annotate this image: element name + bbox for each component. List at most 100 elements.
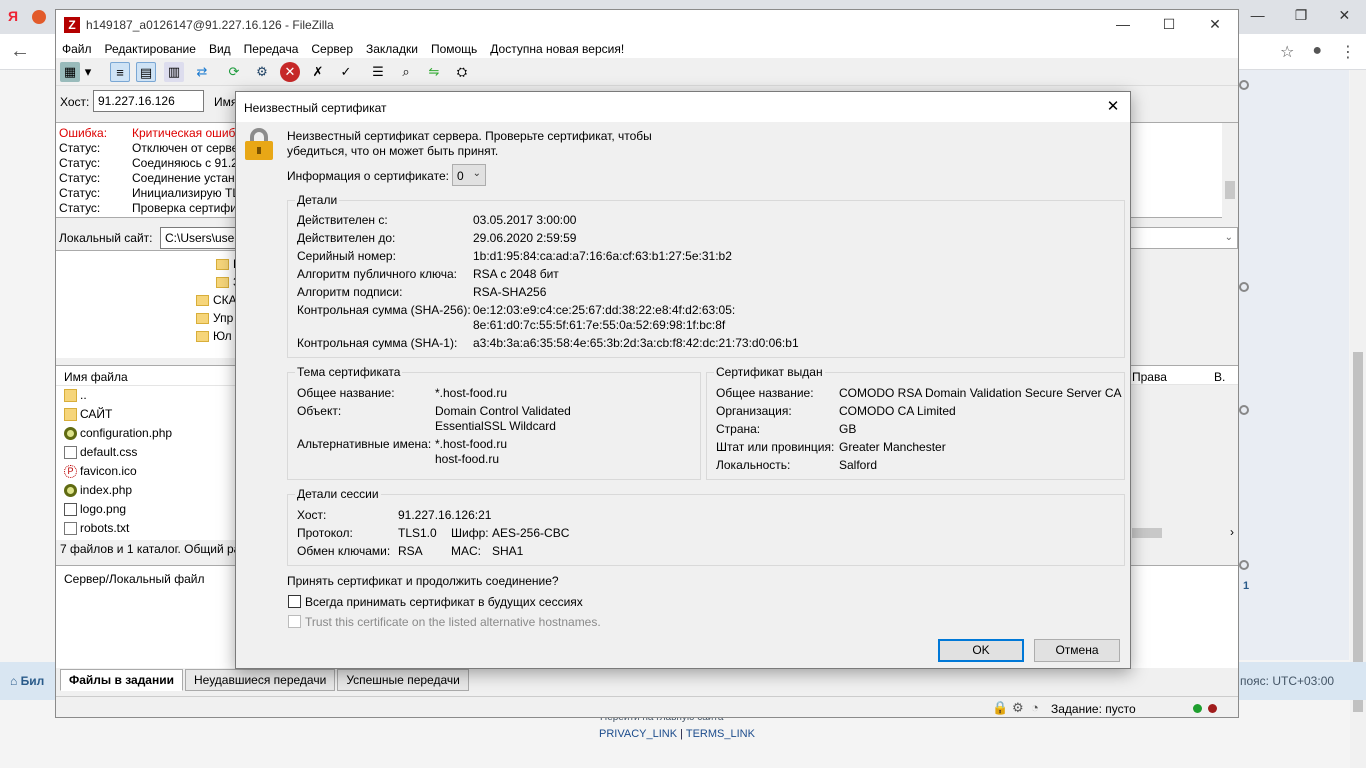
always-accept-label[interactable]: Всегда принимать сертификат в будущих се… — [305, 595, 583, 609]
cancel-button[interactable]: Отмена — [1034, 639, 1120, 662]
list-item[interactable]: configuration.php — [56, 424, 236, 443]
page-circle-icon — [1239, 282, 1249, 292]
account-icon[interactable]: ● — [1312, 42, 1322, 62]
favicon-file-icon: P — [64, 465, 77, 479]
subject-value: *.host-food.ru — [435, 437, 508, 451]
dialog-intro-text: Неизвестный сертификат сервера. Проверьт… — [287, 129, 652, 158]
browser-minimize-button[interactable]: — — [1236, 0, 1279, 34]
speed-limit-icon[interactable]: ◔ — [1031, 700, 1039, 715]
toggle-queue-icon[interactable]: ⇄ — [192, 62, 212, 82]
session-group-title: Детали сессии — [295, 487, 381, 501]
detail-value: a3:4b:3a:a6:35:58:4e:65:3b:2d:3a:cb:f8:4… — [473, 336, 799, 350]
queue-column-header[interactable]: Сервер/Локальный файл — [64, 572, 204, 586]
page-circle-icon — [1239, 80, 1249, 90]
toggle-log-icon[interactable]: ≡ — [110, 62, 130, 82]
yandex-logo: Я — [8, 8, 19, 24]
issuer-value: COMODO CA Limited — [839, 404, 956, 418]
process-queue-icon[interactable]: ⚙ — [252, 62, 272, 82]
menu-new-version[interactable]: Доступна новая версия! — [490, 40, 624, 58]
cert-info-select[interactable]: 0 ⌄ — [452, 164, 486, 186]
menu-kebab-icon[interactable]: ⋮ — [1340, 42, 1356, 62]
remote-hscrollbar[interactable]: › — [1130, 525, 1238, 541]
page-scroll-thumb[interactable] — [1353, 352, 1363, 712]
refresh-icon[interactable]: ⟳ — [224, 62, 244, 82]
menu-server[interactable]: Сервер — [311, 40, 353, 58]
terms-link[interactable]: TERMS_LINK — [686, 728, 755, 740]
toggle-remote-tree-icon[interactable]: ▥ — [164, 62, 184, 82]
column-header-filename[interactable]: Имя файла — [56, 366, 236, 386]
disconnect-icon[interactable]: ✗ — [308, 62, 328, 82]
browser-close-button[interactable]: ✕ — [1323, 0, 1366, 34]
host-input[interactable]: 91.227.16.126 — [93, 90, 204, 112]
tab-failed-transfers[interactable]: Неудавшиеся передачи — [184, 669, 336, 691]
bookmark-star-icon[interactable]: ☆ — [1280, 42, 1294, 62]
detail-key: Контрольная сумма (SHA-1): — [297, 336, 458, 350]
details-group: Детали Действителен с: 03.05.2017 3:00:0… — [287, 193, 1125, 358]
reconnect-icon[interactable]: ✓ — [336, 62, 356, 82]
menu-transfer[interactable]: Передача — [244, 40, 299, 58]
back-arrow-icon[interactable]: ← — [10, 40, 30, 63]
toolbar: ▦ ▾ ≡ ▤ ▥ ⇄ ⟳ ⚙ ✕ ✗ ✓ ☰ ⌕ ⇋ ⛭ — [56, 58, 1238, 86]
dialog-close-button[interactable]: ✕ — [1096, 92, 1130, 122]
maximize-button[interactable]: ☐ — [1146, 10, 1192, 40]
dialog-title: Неизвестный сертификат — [244, 101, 387, 115]
tree-node[interactable]: Упр — [196, 311, 233, 325]
tab-successful-transfers[interactable]: Успешные передачи — [337, 669, 469, 691]
site-manager-dropdown-icon[interactable]: ▾ — [82, 62, 94, 82]
issuer-value: GB — [839, 422, 857, 436]
close-button[interactable]: ✕ — [1192, 10, 1238, 40]
log-scrollbar[interactable] — [1222, 123, 1238, 219]
sync-browsing-icon[interactable]: ⇋ — [424, 62, 444, 82]
column-header-permissions[interactable]: Права — [1132, 370, 1167, 384]
browser-window-controls: — ❐ ✕ — [1236, 0, 1366, 34]
tab-favicon-icon[interactable] — [32, 10, 46, 24]
padlock-icon — [245, 128, 273, 160]
remote-site-dropdown[interactable]: ⌄ — [1130, 227, 1238, 249]
browser-restore-button[interactable]: ❐ — [1279, 0, 1322, 34]
privacy-link[interactable]: PRIVACY_LINK — [599, 728, 677, 740]
cancel-operation-icon[interactable]: ✕ — [280, 62, 300, 82]
unknown-certificate-dialog: Неизвестный сертификат ✕ Неизвестный сер… — [235, 91, 1131, 669]
menu-edit[interactable]: Редактирование — [105, 40, 196, 58]
menu-view[interactable]: Вид — [209, 40, 231, 58]
minimize-button[interactable]: — — [1100, 10, 1146, 40]
subject-value: host-food.ru — [435, 452, 500, 466]
tree-node[interactable]: СКА — [196, 293, 237, 307]
compare-directories-icon[interactable]: ⌕ — [396, 62, 416, 82]
list-item[interactable]: index.php — [56, 481, 236, 500]
remote-scroll-thumb[interactable] — [1132, 528, 1162, 538]
local-summary: 7 файлов и 1 каталог. Общий ра — [60, 542, 236, 556]
tab-queued-files[interactable]: Файлы в задании — [60, 669, 183, 691]
list-item[interactable]: САЙТ — [56, 405, 236, 424]
detail-value: 1b:d1:95:84:ca:ad:a7:16:6a:cf:63:b1:27:5… — [473, 249, 732, 263]
tree-node[interactable]: Юл — [196, 329, 232, 343]
filezilla-titlebar: Z h149187_a0126147@91.227.16.126 - FileZ… — [56, 10, 1238, 40]
toggle-local-tree-icon[interactable]: ▤ — [136, 62, 156, 82]
menu-bar: Файл Редактирование Вид Передача Сервер … — [56, 40, 1238, 58]
search-files-icon[interactable]: ⛭ — [452, 62, 472, 82]
issuer-value: COMODO RSA Domain Validation Secure Serv… — [839, 386, 1122, 400]
list-item[interactable]: logo.png — [56, 500, 236, 519]
list-item[interactable]: .. — [56, 386, 236, 405]
site-manager-icon[interactable]: ▦ — [60, 62, 80, 82]
session-value: SHA1 — [492, 544, 524, 558]
scroll-right-icon[interactable]: › — [1230, 525, 1234, 539]
trust-alt-hostnames-checkbox[interactable] — [288, 615, 301, 628]
list-item[interactable]: robots.txt — [56, 519, 236, 538]
session-key: Шифр: — [451, 526, 489, 540]
log-scroll-thumb[interactable] — [1225, 181, 1235, 199]
subject-value: EssentialSSL Wildcard — [435, 419, 556, 433]
trust-alt-hostnames-label[interactable]: Trust this certificate on the listed alt… — [305, 615, 601, 629]
directory-listing-filter-icon[interactable]: ☰ — [368, 62, 388, 82]
menu-bookmarks[interactable]: Закладки — [366, 40, 418, 58]
list-item[interactable]: default.css — [56, 443, 236, 462]
footer-home-link[interactable]: ⌂ Бил — [10, 674, 44, 688]
column-header-owner[interactable]: В. — [1214, 370, 1225, 384]
cert-info-label: Информация о сертификате: — [287, 169, 449, 183]
ok-button[interactable]: OK — [938, 639, 1024, 662]
list-item[interactable]: Pfavicon.ico — [56, 462, 236, 481]
menu-help[interactable]: Помощь — [431, 40, 477, 58]
menu-file[interactable]: Файл — [62, 40, 92, 58]
always-accept-checkbox[interactable] — [288, 595, 301, 608]
username-label: Имя — [214, 95, 238, 109]
